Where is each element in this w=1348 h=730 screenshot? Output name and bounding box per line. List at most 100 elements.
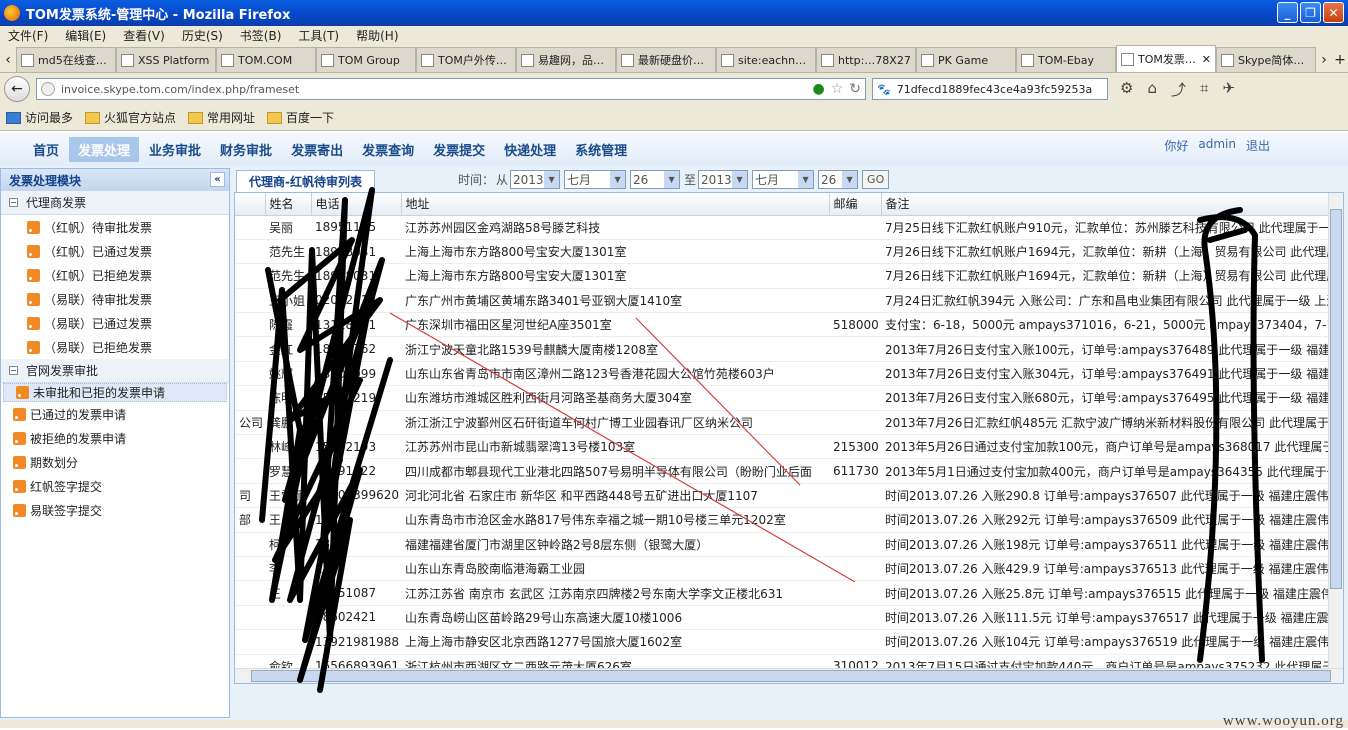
table-row[interactable]: 范先生 18918031 上海上海市东方路800号宝安大厦1301室 7月26日线下汇… <box>235 239 1335 265</box>
search-input[interactable]: 🐾 71dfecd1889fec43ce4a93fc59253a <box>872 78 1108 100</box>
topnav-item[interactable]: 系统管理 <box>566 137 636 162</box>
browser-tab[interactable]: TOM.COM <box>216 47 316 72</box>
table-row[interactable]: 吴丽 18951165 江苏苏州园区金鸡湖路58号滕艺科技 7月25日线下汇款红帆账户… <box>235 215 1335 240</box>
sidebar-item[interactable]: （红帆）待审批发票 <box>1 215 229 239</box>
home-icon[interactable]: ⌂ <box>1147 79 1157 100</box>
to-month-select[interactable]: 七月 ▼ <box>752 170 815 189</box>
tool-icon[interactable]: ✈ <box>1222 79 1235 100</box>
search-engine-icon[interactable]: 🐾 <box>877 83 891 96</box>
browser-tab[interactable]: http:…78X27 <box>816 47 916 72</box>
table-row[interactable]: 姚辉 13905099 山东山东省青岛市市南区漳州二路123号香港花园大公馆竹苑楼6… <box>235 361 1335 387</box>
grid-vertical-scrollbar[interactable] <box>1328 193 1343 683</box>
sidebar-item[interactable]: （易联）待审批发票 <box>1 287 229 311</box>
menu-2[interactable]: 查看(V) <box>123 27 165 44</box>
table-row[interactable]: 陈霞 13128711 广东深圳市福田区星河世纪A座3501室 518000 支付宝：6… <box>235 312 1335 338</box>
table-row[interactable]: 柯 13 福建福建省厦门市湖里区钟岭路2号8层东侧（银鹭大厦） 时间2013.07.2… <box>235 532 1335 557</box>
browser-tab[interactable]: Skype简体… <box>1216 47 1316 72</box>
table-row[interactable]: 林峰 15862193 江苏苏州市昆山市新城翡翠湾13号楼103室 215300 201… <box>235 434 1335 460</box>
table-row[interactable]: 金红 18052762 浙江宁波天童北路1539号麒麟大厦南楼1208室 2013年7… <box>235 336 1335 362</box>
from-day-select[interactable]: 26 ▼ <box>630 170 681 189</box>
topnav-item[interactable]: 业务审批 <box>140 137 210 162</box>
column-header[interactable]: 地址 <box>401 193 830 216</box>
go-icon[interactable]: ● <box>812 81 824 97</box>
logout-link[interactable]: 退出 <box>1246 137 1270 154</box>
back-icon[interactable]: ← <box>4 76 30 102</box>
history-icon[interactable]: ⤴ <box>1171 79 1186 100</box>
sidebar-item[interactable]: （易联）已拒绝发票 <box>1 335 229 359</box>
column-header[interactable] <box>235 193 266 216</box>
browser-tab[interactable]: PK Game <box>916 47 1016 72</box>
browser-tab[interactable]: TOM发票… ✕ <box>1116 45 1216 72</box>
bookmark-item[interactable]: 访问最多 <box>6 109 73 126</box>
table-row[interactable]: 部王 18 山东青岛市市沧区金水路817号伟东幸福之城一期10号楼三单元1202室 时… <box>235 507 1335 533</box>
maximize-icon[interactable]: ❐ <box>1300 2 1321 23</box>
sidebar-item[interactable]: 被拒绝的发票申请 <box>1 426 229 450</box>
browser-tab[interactable]: TOM Group <box>316 47 416 72</box>
topnav-item[interactable]: 发票寄出 <box>282 137 352 162</box>
table-row[interactable]: 范先生 18918031 上海上海市东方路800号宝安大厦1301室 7月26日线下汇… <box>235 263 1335 289</box>
collapse-toggle-icon[interactable]: − <box>9 198 18 207</box>
site-identity-icon[interactable] <box>41 82 55 96</box>
to-year-select[interactable]: 2013 ▼ <box>698 170 749 189</box>
table-row[interactable]: 公司 龚鹏 浙江浙江宁波鄞州区石矸街道车何村广博工业园春讯厂区纳米公司 2013年7月… <box>235 410 1335 436</box>
crop-icon[interactable]: ⌗ <box>1200 79 1208 100</box>
from-month-select[interactable]: 七月 ▼ <box>564 170 627 189</box>
menu-6[interactable]: 帮助(H) <box>356 27 398 44</box>
sidebar-item[interactable]: 易联签字提交 <box>1 498 229 522</box>
browser-tab[interactable]: XSS Platform <box>116 47 216 72</box>
table-row[interactable]: 李 1397 山东山东青岛胶南临港海霸工业园 时间2013.07.26 入账429.9… <box>235 556 1335 582</box>
sidebar-item[interactable]: （红帆）已拒绝发票 <box>1 263 229 287</box>
column-header[interactable]: 姓名 <box>265 193 312 216</box>
topnav-item[interactable]: 财务审批 <box>211 137 281 162</box>
table-row[interactable]: 陈明 15192219 山东潍坊市潍城区胜利西街月河路圣基商务大厦304室 2013年… <box>235 385 1335 411</box>
reload-icon[interactable]: ↻ <box>849 81 861 97</box>
collapse-toggle-icon[interactable]: − <box>9 366 18 375</box>
browser-tab[interactable]: TOM户外传… <box>416 47 516 72</box>
sidebar-group[interactable]: − 代理商发票 <box>1 191 229 215</box>
sidebar-group[interactable]: − 官网发票审批 <box>1 359 229 383</box>
star-icon[interactable]: ☆ <box>831 81 844 97</box>
sidebar-item[interactable]: （红帆）已通过发票 <box>1 239 229 263</box>
column-header[interactable]: 电话 <box>311 193 402 216</box>
table-row[interactable]: 罗慧敏 18091922 四川成都市郫县现代工业港北四路507号易明半导体有限公司（… <box>235 458 1335 484</box>
table-row[interactable]: 王 13051087 江苏江苏省 南京市 玄武区 江苏南京四牌楼2号东南大学李文正楼… <box>235 580 1335 606</box>
sidebar-item[interactable]: 未审批和已拒的发票申请 <box>3 383 227 402</box>
sidebar-item[interactable]: 红帆签字提交 <box>1 474 229 498</box>
browser-tab[interactable]: TOM-Ebay <box>1016 47 1116 72</box>
tab-scroll-right-icon[interactable]: › <box>1316 47 1332 72</box>
column-header[interactable]: 备注 <box>881 193 1336 216</box>
addon-icon[interactable]: ⚙ <box>1120 79 1133 100</box>
sidebar-item[interactable]: 已通过的发票申请 <box>1 402 229 426</box>
user-link[interactable]: admin <box>1198 137 1236 154</box>
browser-tab[interactable]: 最新硬盘价… <box>616 47 716 72</box>
tab-close-icon[interactable]: ✕ <box>1202 53 1211 66</box>
topnav-item[interactable]: 发票提交 <box>424 137 494 162</box>
minimize-icon[interactable]: _ <box>1277 2 1298 23</box>
grid-horizontal-scrollbar[interactable] <box>235 668 1343 683</box>
close-icon[interactable]: ✕ <box>1323 2 1344 23</box>
to-day-select[interactable]: 26 ▼ <box>818 170 859 189</box>
browser-tab[interactable]: site:eachn… <box>716 47 816 72</box>
tab-agent-pending-list[interactable]: 代理商-红帆待审列表 <box>236 170 375 192</box>
table-row[interactable]: 司王雪丽 13803399620 河北河北省 石家庄市 新华区 和平西路448号五矿… <box>235 483 1335 509</box>
go-button[interactable]: GO <box>862 170 890 189</box>
browser-tab[interactable]: 易趣网，品… <box>516 47 616 72</box>
sidebar-item[interactable]: （易联）已通过发票 <box>1 311 229 335</box>
menu-1[interactable]: 编辑(E) <box>65 27 106 44</box>
bookmark-item[interactable]: 百度一下 <box>267 109 334 126</box>
menu-3[interactable]: 历史(S) <box>182 27 223 44</box>
topnav-item[interactable]: 发票查询 <box>353 137 423 162</box>
menu-0[interactable]: 文件(F) <box>8 27 48 44</box>
table-row[interactable]: 王小姐 02062518 广东广州市黄埔区黄埔东路3401号亚钢大厦1410室 7月2… <box>235 288 1335 314</box>
topnav-item[interactable]: 快递处理 <box>495 137 565 162</box>
topnav-item[interactable]: 发票处理 <box>69 136 140 162</box>
sidebar-item[interactable]: 期数划分 <box>1 450 229 474</box>
menu-5[interactable]: 工具(T) <box>298 27 339 44</box>
browser-tab[interactable]: md5在线查… <box>16 47 116 72</box>
topnav-item[interactable]: 首页 <box>24 137 68 162</box>
table-row[interactable]: 18602421 山东青岛崂山区苗岭路29号山东高速大厦10楼1006 时间2013… <box>235 605 1335 631</box>
collapse-icon[interactable]: « <box>210 172 225 187</box>
bookmark-item[interactable]: 常用网址 <box>188 109 255 126</box>
column-header[interactable]: 邮编 <box>829 193 882 216</box>
url-bar[interactable]: invoice.skype.tom.com/index.php/frameset… <box>36 78 866 100</box>
